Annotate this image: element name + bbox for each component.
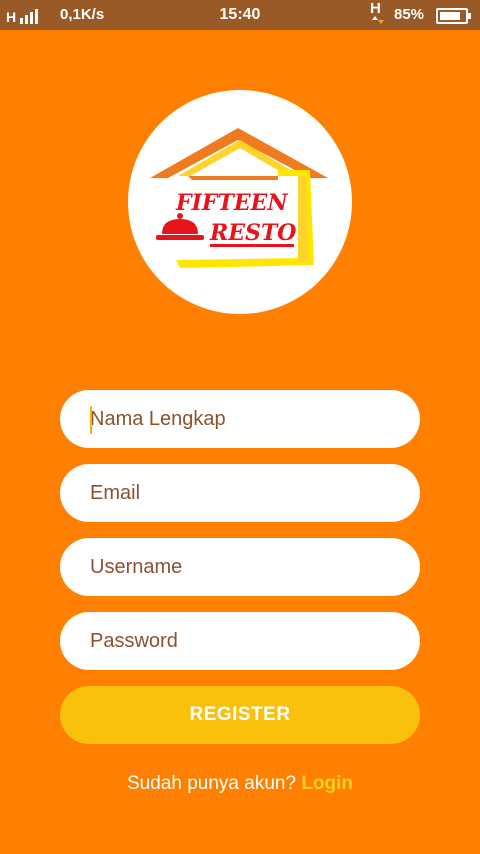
register-button[interactable]: REGISTER <box>60 686 420 744</box>
login-prompt-text: Sudah punya akun? <box>126 773 297 794</box>
logo-text-line2: RESTO <box>209 220 296 246</box>
password-field[interactable] <box>60 612 420 670</box>
fullname-field[interactable] <box>60 390 420 448</box>
text-cursor <box>90 406 92 434</box>
network-type: H <box>370 0 381 17</box>
email-field[interactable] <box>60 464 420 522</box>
username-field[interactable] <box>60 538 420 596</box>
app-logo: FIFTEEN RESTO <box>128 90 352 314</box>
login-prompt: Sudah punya akun? Login <box>0 772 480 796</box>
data-activity-icon <box>372 16 384 24</box>
status-bar: H 0,1K/s 15:40 H 85% <box>0 0 480 30</box>
logo-text-line1: FIFTEEN <box>175 190 288 216</box>
restaurant-logo-icon: FIFTEEN RESTO <box>150 128 328 268</box>
battery-percentage: 85% <box>394 6 425 23</box>
login-link[interactable]: Login <box>301 773 353 794</box>
battery-icon <box>436 8 471 24</box>
